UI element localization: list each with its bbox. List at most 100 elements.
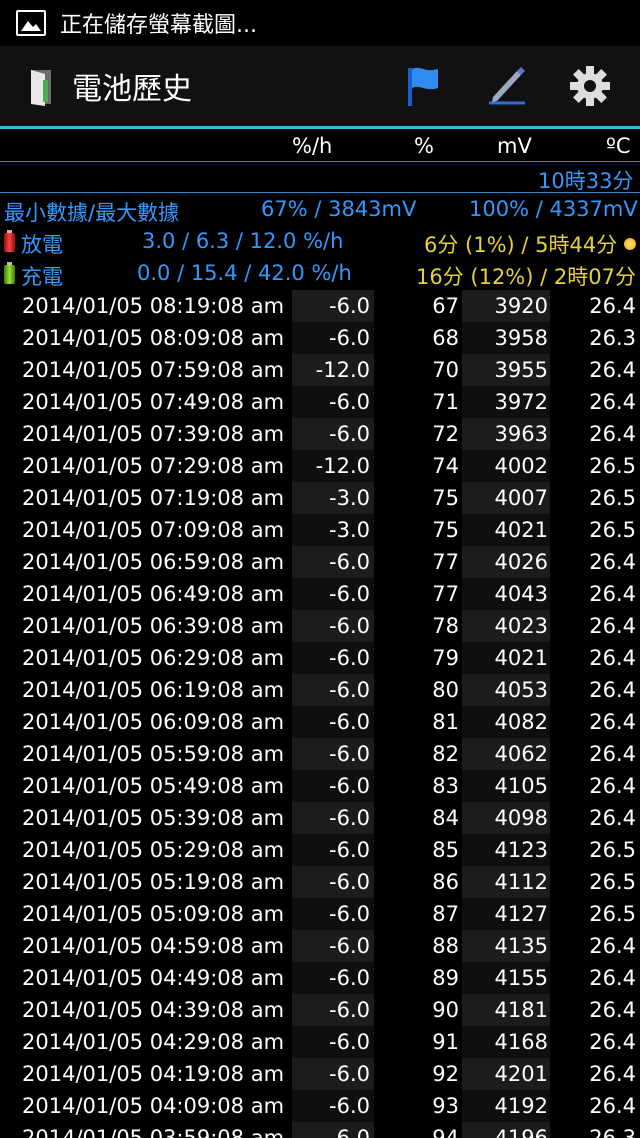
row-percent: 72 — [432, 422, 459, 446]
table-row[interactable]: 2014/01/05 06:49:08 am -6.0 77 4043 26.4 — [0, 578, 640, 610]
summary-divider — [0, 192, 640, 193]
row-percent: 74 — [432, 454, 459, 478]
table-row[interactable]: 2014/01/05 04:59:08 am -6.0 88 4135 26.4 — [0, 930, 640, 962]
table-row[interactable]: 2014/01/05 04:09:08 am -6.0 93 4192 26.4 — [0, 1090, 640, 1122]
row-date: 2014/01/05 04:49:08 am — [22, 966, 285, 990]
row-date: 2014/01/05 04:29:08 am — [22, 1030, 285, 1054]
table-row[interactable]: 2014/01/05 06:29:08 am -6.0 79 4021 26.4 — [0, 642, 640, 674]
row-date: 2014/01/05 08:09:08 am — [22, 326, 285, 350]
row-temp: 26.4 — [589, 582, 636, 606]
row-rate: -6.0 — [292, 994, 374, 1026]
col-rate: %/h — [292, 134, 333, 158]
row-temp: 26.5 — [589, 486, 636, 510]
row-mv: 4135 — [462, 930, 550, 962]
row-temp: 26.4 — [589, 422, 636, 446]
row-date: 2014/01/05 05:29:08 am — [22, 838, 285, 862]
row-temp: 26.4 — [589, 646, 636, 670]
row-rate: -12.0 — [292, 354, 374, 386]
battery-door-icon[interactable] — [28, 66, 58, 106]
row-percent: 90 — [432, 998, 459, 1022]
row-date: 2014/01/05 07:09:08 am — [22, 518, 285, 542]
sun-icon — [624, 238, 636, 250]
table-row[interactable]: 2014/01/05 07:09:08 am -3.0 75 4021 26.5 — [0, 514, 640, 546]
history-list[interactable]: 2014/01/05 08:19:08 am -6.0 67 3920 26.4 2014… — [0, 290, 640, 1138]
row-percent: 83 — [432, 774, 459, 798]
row-date: 2014/01/05 06:49:08 am — [22, 582, 285, 606]
table-row[interactable]: 2014/01/05 05:49:08 am -6.0 83 4105 26.4 — [0, 770, 640, 802]
minmax-label: 最小數據/最大數據 — [4, 201, 180, 225]
discharge-rates: 3.0 / 6.3 / 12.0 %/h — [142, 229, 344, 253]
settings-button[interactable] — [560, 56, 620, 116]
row-mv: 4155 — [462, 962, 550, 994]
table-row[interactable]: 2014/01/05 04:29:08 am -6.0 91 4168 26.4 — [0, 1026, 640, 1058]
row-date: 2014/01/05 07:39:08 am — [22, 422, 285, 446]
row-mv: 4168 — [462, 1026, 550, 1058]
row-percent: 85 — [432, 838, 459, 862]
table-row[interactable]: 2014/01/05 03:59:08 am -6.0 94 4196 26.3 — [0, 1122, 640, 1138]
row-temp: 26.4 — [589, 710, 636, 734]
row-percent: 88 — [432, 934, 459, 958]
row-temp: 26.4 — [589, 678, 636, 702]
row-rate: -6.0 — [292, 706, 374, 738]
row-temp: 26.4 — [589, 966, 636, 990]
row-mv: 4105 — [462, 770, 550, 802]
row-rate: -6.0 — [292, 642, 374, 674]
table-row[interactable]: 2014/01/05 07:29:08 am -12.0 74 4002 26.5 — [0, 450, 640, 482]
row-temp: 26.4 — [589, 294, 636, 318]
header-divider — [0, 126, 640, 129]
status-bar: 正在儲存螢幕截圖... — [0, 0, 640, 46]
row-rate: -6.0 — [292, 290, 374, 322]
row-percent: 87 — [432, 902, 459, 926]
row-percent: 80 — [432, 678, 459, 702]
row-date: 2014/01/05 05:49:08 am — [22, 774, 285, 798]
table-row[interactable]: 2014/01/05 06:59:08 am -6.0 77 4026 26.4 — [0, 546, 640, 578]
row-date: 2014/01/05 07:29:08 am — [22, 454, 285, 478]
table-row[interactable]: 2014/01/05 05:19:08 am -6.0 86 4112 26.5 — [0, 866, 640, 898]
row-mv: 4062 — [462, 738, 550, 770]
table-row[interactable]: 2014/01/05 07:49:08 am -6.0 71 3972 26.4 — [0, 386, 640, 418]
table-row[interactable]: 2014/01/05 04:19:08 am -6.0 92 4201 26.4 — [0, 1058, 640, 1090]
table-row[interactable]: 2014/01/05 06:09:08 am -6.0 81 4082 26.4 — [0, 706, 640, 738]
table-row[interactable]: 2014/01/05 07:39:08 am -6.0 72 3963 26.4 — [0, 418, 640, 450]
table-row[interactable]: 2014/01/05 07:19:08 am -3.0 75 4007 26.5 — [0, 482, 640, 514]
table-row[interactable]: 2014/01/05 05:59:08 am -6.0 82 4062 26.4 — [0, 738, 640, 770]
row-temp: 26.4 — [589, 774, 636, 798]
row-temp: 26.4 — [589, 550, 636, 574]
action-bar: 電池歷史 — [0, 46, 640, 126]
row-temp: 26.3 — [589, 326, 636, 350]
table-row[interactable]: 2014/01/05 08:19:08 am -6.0 67 3920 26.4 — [0, 290, 640, 322]
row-mv: 4181 — [462, 994, 550, 1026]
min-value: 67% / 3843mV — [261, 197, 417, 221]
column-header: %/h % mV ºC — [0, 130, 640, 162]
row-percent: 79 — [432, 646, 459, 670]
table-row[interactable]: 2014/01/05 06:39:08 am -6.0 78 4023 26.4 — [0, 610, 640, 642]
flag-button[interactable] — [394, 56, 454, 116]
table-row[interactable]: 2014/01/05 05:29:08 am -6.0 85 4123 26.5 — [0, 834, 640, 866]
row-mv: 4026 — [462, 546, 550, 578]
table-row[interactable]: 2014/01/05 05:09:08 am -6.0 87 4127 26.5 — [0, 898, 640, 930]
row-temp: 26.4 — [589, 934, 636, 958]
row-rate: -6.0 — [292, 546, 374, 578]
row-rate: -6.0 — [292, 802, 374, 834]
table-row[interactable]: 2014/01/05 07:59:08 am -12.0 70 3955 26.4 — [0, 354, 640, 386]
edit-button[interactable] — [476, 56, 536, 116]
table-row[interactable]: 2014/01/05 08:09:08 am -6.0 68 3958 26.3 — [0, 322, 640, 354]
table-row[interactable]: 2014/01/05 05:39:08 am -6.0 84 4098 26.4 — [0, 802, 640, 834]
row-rate: -6.0 — [292, 834, 374, 866]
row-date: 2014/01/05 07:19:08 am — [22, 486, 285, 510]
row-percent: 92 — [432, 1062, 459, 1086]
row-percent: 91 — [432, 1030, 459, 1054]
row-percent: 75 — [432, 518, 459, 542]
table-row[interactable]: 2014/01/05 04:39:08 am -6.0 90 4181 26.4 — [0, 994, 640, 1026]
row-rate: -6.0 — [292, 322, 374, 354]
row-rate: -6.0 — [292, 610, 374, 642]
table-row[interactable]: 2014/01/05 04:49:08 am -6.0 89 4155 26.4 — [0, 962, 640, 994]
battery-charge-icon — [4, 262, 15, 284]
row-mv: 4053 — [462, 674, 550, 706]
row-mv: 4196 — [462, 1122, 550, 1138]
row-date: 2014/01/05 08:19:08 am — [22, 294, 285, 318]
row-mv: 4112 — [462, 866, 550, 898]
table-row[interactable]: 2014/01/05 06:19:08 am -6.0 80 4053 26.4 — [0, 674, 640, 706]
row-rate: -6.0 — [292, 930, 374, 962]
discharge-label: 放電 — [21, 233, 63, 257]
